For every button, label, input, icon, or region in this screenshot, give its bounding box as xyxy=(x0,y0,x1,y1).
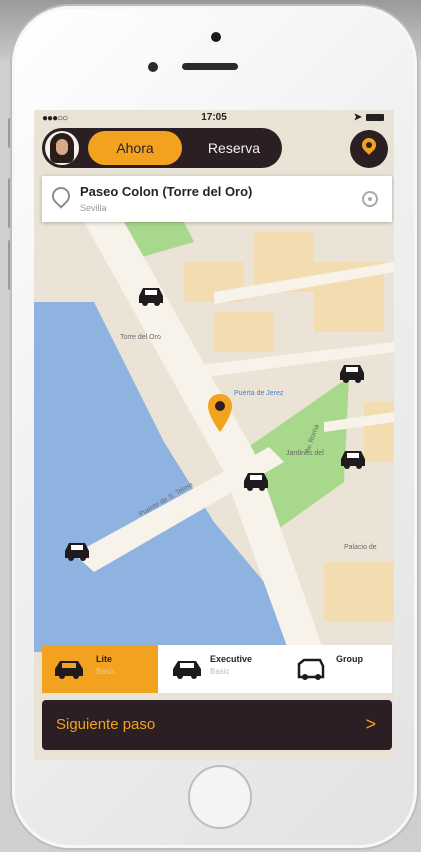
pickup-address-field[interactable]: Paseo Colon (Torre del Oro) Sevilla xyxy=(42,176,392,222)
battery-icon xyxy=(366,114,384,121)
ride-time-toggle: Ahora Reserva xyxy=(42,128,282,168)
status-bar: ●●●○○ 17:05 ➤ xyxy=(34,110,394,126)
pickup-address: Paseo Colon (Torre del Oro) xyxy=(80,184,253,199)
ride-options: Lite Basic Executive Basic Group xyxy=(42,645,392,693)
ride-option-label: Lite xyxy=(96,654,113,664)
ride-option-lite[interactable]: Lite Basic xyxy=(42,645,158,693)
proximity-sensor xyxy=(148,62,158,72)
ride-option-sub: Basic xyxy=(96,667,116,676)
map-label-puerta: Puerta de Jerez xyxy=(234,390,284,397)
car-icon xyxy=(65,543,89,561)
map-pin-icon xyxy=(48,183,74,209)
map[interactable] xyxy=(34,222,394,652)
tab-ahora[interactable]: Ahora xyxy=(88,131,182,165)
pickup-city: Sevilla xyxy=(80,203,107,213)
car-icon xyxy=(341,451,365,469)
map-label-palacio: Palacio de xyxy=(344,544,377,551)
car-icon xyxy=(340,365,364,383)
pin-icon-center xyxy=(366,142,372,148)
car-icon xyxy=(55,661,83,679)
location-services-icon: ➤ xyxy=(353,112,362,123)
map-label-jardines: Jardines del xyxy=(286,450,324,457)
earpiece-speaker xyxy=(182,63,238,70)
app-screen: Torre del Oro Puerta de Jerez Av. Roma P… xyxy=(34,110,394,760)
ride-option-sub: Basic xyxy=(210,667,230,676)
ride-option-label: Group xyxy=(336,654,363,664)
map-label-torre: Torre del Oro xyxy=(120,334,161,341)
van-icon xyxy=(297,658,325,680)
car-icon xyxy=(139,288,163,306)
avatar[interactable] xyxy=(45,131,79,165)
ride-option-group[interactable]: Group xyxy=(278,645,392,693)
next-step-button[interactable]: Siguiente paso > xyxy=(42,700,392,750)
crosshair-icon[interactable] xyxy=(362,191,378,207)
ride-option-executive[interactable]: Executive Basic xyxy=(162,645,274,693)
car-icon xyxy=(173,661,201,679)
location-pin-icon[interactable] xyxy=(206,392,234,434)
chevron-right-icon: > xyxy=(365,714,376,734)
front-camera xyxy=(211,32,221,42)
next-step-label: Siguiente paso xyxy=(56,716,156,733)
status-time: 17:05 xyxy=(201,112,227,123)
locate-button[interactable] xyxy=(350,130,388,168)
home-button[interactable] xyxy=(188,765,252,829)
tab-reserva[interactable]: Reserva xyxy=(192,131,276,165)
car-icon xyxy=(244,473,268,491)
ride-option-label: Executive xyxy=(210,654,253,664)
